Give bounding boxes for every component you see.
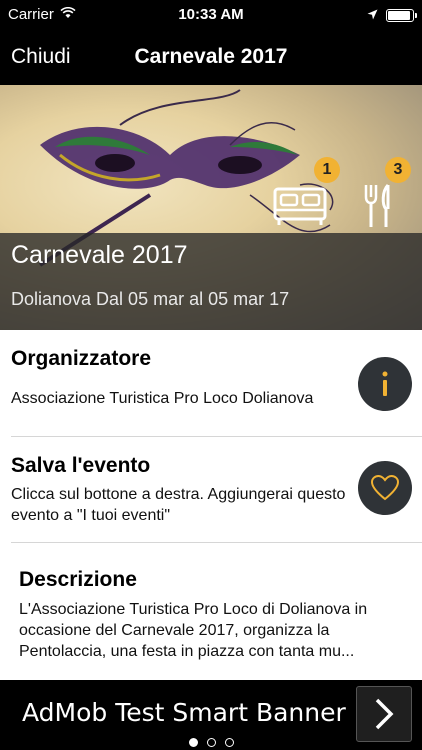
- save-event-button[interactable]: [358, 461, 412, 515]
- event-title: Carnevale 2017: [11, 241, 188, 269]
- description-heading: Descrizione: [19, 568, 137, 591]
- description-text[interactable]: L'Associazione Turistica Pro Loco di Dol…: [19, 599, 414, 662]
- status-right: [367, 7, 417, 24]
- page-indicator[interactable]: [0, 738, 422, 747]
- clock: 10:33 AM: [178, 6, 244, 23]
- bed-icon: [273, 187, 327, 225]
- accommodation-count-badge: 1: [314, 157, 340, 183]
- description-section: Descrizione L'Associazione Turistica Pro…: [0, 543, 422, 673]
- navigation-bar: Chiudi Carnevale 2017: [0, 30, 422, 85]
- organizer-heading: Organizzatore: [11, 347, 152, 370]
- nav-title: Carnevale 2017: [134, 45, 288, 68]
- organizer-name: Associazione Turistica Pro Loco Dolianov…: [11, 390, 314, 407]
- page-dot[interactable]: [224, 738, 234, 747]
- ad-banner-arrow-button[interactable]: [356, 686, 412, 742]
- restaurant-count-badge: 3: [385, 157, 411, 183]
- accommodation-button[interactable]: [272, 183, 328, 232]
- chevron-right-icon: [375, 698, 394, 730]
- organizer-info-button[interactable]: [358, 357, 412, 411]
- page-dot[interactable]: [206, 738, 216, 747]
- save-event-heading: Salva l'evento: [11, 454, 151, 477]
- organizer-section: Organizzatore Associazione Turistica Pro…: [0, 330, 422, 436]
- event-location-dates: Dolianova Dal 05 mar al 05 mar 17: [11, 289, 290, 309]
- status-bar: Carrier 10:33 AM: [0, 0, 422, 30]
- info-icon: [382, 371, 388, 396]
- event-hero: 1 3 Carnevale 2017 Dolianova Dal 05 mar …: [0, 85, 422, 330]
- location-arrow-icon: [367, 7, 378, 24]
- page-dot[interactable]: [188, 738, 198, 747]
- save-event-section: Salva l'evento Clicca sul bottone a dest…: [0, 437, 422, 542]
- ad-banner-label[interactable]: AdMob Test Smart Banner: [22, 698, 346, 727]
- restaurant-button[interactable]: [360, 183, 396, 234]
- battery-icon: [386, 9, 417, 22]
- fork-knife-icon: [364, 183, 390, 227]
- heart-icon: [371, 475, 399, 501]
- save-event-description: Clicca sul bottone a destra. Aggiungerai…: [11, 486, 346, 524]
